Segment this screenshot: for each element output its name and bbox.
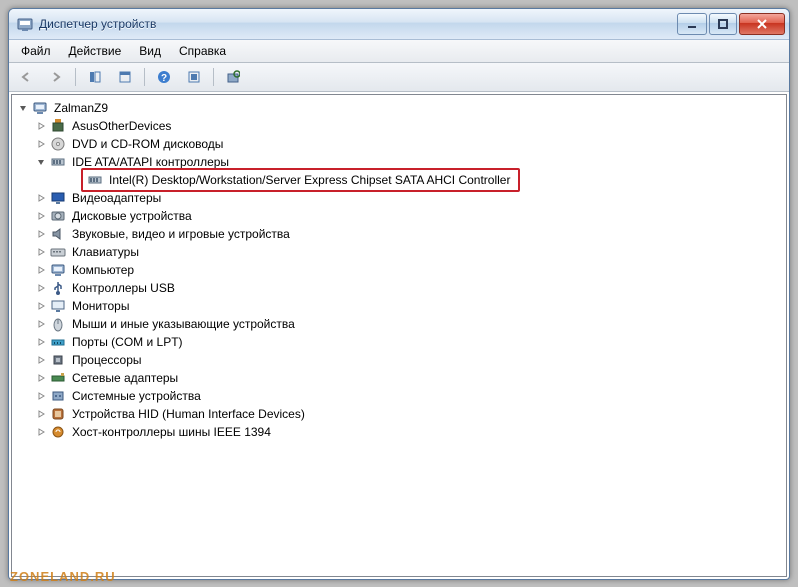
monitor-icon xyxy=(50,298,66,314)
menu-file[interactable]: Файл xyxy=(13,42,59,60)
disc-icon xyxy=(50,136,66,152)
tree-item-label: AsusOtherDevices xyxy=(70,117,173,135)
tree-item-label: Процессоры xyxy=(70,351,144,369)
usb-icon xyxy=(50,280,66,296)
help-button[interactable]: ? xyxy=(151,65,177,89)
ide-icon xyxy=(87,172,103,188)
tree-item-label: Системные устройства xyxy=(70,387,203,405)
tree-item-0[interactable]: AsusOtherDevices xyxy=(14,117,784,135)
tree-item-label: Компьютер xyxy=(70,261,136,279)
cpu-icon xyxy=(50,352,66,368)
tree-item-2-child[interactable]: Intel(R) Desktop/Workstation/Server Expr… xyxy=(14,171,784,189)
expand-arrow-icon[interactable] xyxy=(34,119,48,133)
tree-item-13[interactable]: Сетевые адаптеры xyxy=(14,369,784,387)
tree-item-label: DVD и CD-ROM дисководы xyxy=(70,135,225,153)
device-manager-window: Диспетчер устройств Файл Действие Вид Сп… xyxy=(8,8,790,580)
tree-item-1[interactable]: DVD и CD-ROM дисководы xyxy=(14,135,784,153)
expand-arrow-icon[interactable] xyxy=(34,281,48,295)
tree-item-11[interactable]: Порты (COM и LPT) xyxy=(14,333,784,351)
refresh-button[interactable] xyxy=(220,65,246,89)
tree-item-12[interactable]: Процессоры xyxy=(14,351,784,369)
menu-view[interactable]: Вид xyxy=(131,42,169,60)
sound-icon xyxy=(50,226,66,242)
keyboard-icon xyxy=(50,244,66,260)
tree-item-4[interactable]: Дисковые устройства xyxy=(14,207,784,225)
window-title: Диспетчер устройств xyxy=(39,17,677,31)
expand-arrow-icon[interactable] xyxy=(34,191,48,205)
hid-icon xyxy=(50,406,66,422)
minimize-button[interactable] xyxy=(677,13,707,35)
tree-item-8[interactable]: Контроллеры USB xyxy=(14,279,784,297)
tree-item-root[interactable]: ZalmanZ9 xyxy=(14,99,784,117)
expand-arrow-icon[interactable] xyxy=(34,335,48,349)
titlebar[interactable]: Диспетчер устройств xyxy=(9,9,789,40)
tree-item-9[interactable]: Мониторы xyxy=(14,297,784,315)
expand-arrow-icon[interactable] xyxy=(34,407,48,421)
menubar: Файл Действие Вид Справка xyxy=(9,40,789,63)
tree-item-label: Контроллеры USB xyxy=(70,279,177,297)
expand-arrow-icon[interactable] xyxy=(34,263,48,277)
expand-arrow-icon[interactable] xyxy=(34,299,48,313)
tree-item-label: Сетевые адаптеры xyxy=(70,369,180,387)
svg-text:?: ? xyxy=(161,73,167,84)
tree-item-6[interactable]: Клавиатуры xyxy=(14,243,784,261)
properties-button[interactable] xyxy=(112,65,138,89)
expand-arrow-icon[interactable] xyxy=(34,353,48,367)
menu-action[interactable]: Действие xyxy=(61,42,130,60)
display-icon xyxy=(50,190,66,206)
maximize-button[interactable] xyxy=(709,13,737,35)
tree-item-14[interactable]: Системные устройства xyxy=(14,387,784,405)
tree-item-label: Intel(R) Desktop/Workstation/Server Expr… xyxy=(107,171,512,189)
firewire-icon xyxy=(50,424,66,440)
app-icon xyxy=(17,16,33,32)
expand-arrow-icon[interactable] xyxy=(16,101,30,115)
port-icon xyxy=(50,334,66,350)
tree-item-10[interactable]: Мыши и иные указывающие устройства xyxy=(14,315,784,333)
ide-icon xyxy=(50,154,66,170)
expand-arrow-icon[interactable] xyxy=(34,425,48,439)
tree-item-label: Мыши и иные указывающие устройства xyxy=(70,315,297,333)
hdd-icon xyxy=(50,208,66,224)
show-hide-tree-button[interactable] xyxy=(82,65,108,89)
tree-item-15[interactable]: Устройства HID (Human Interface Devices) xyxy=(14,405,784,423)
tree-item-label: Порты (COM и LPT) xyxy=(70,333,185,351)
toolbar: ? xyxy=(9,63,789,92)
scan-button[interactable] xyxy=(181,65,207,89)
tree-item-label: Дисковые устройства xyxy=(70,207,194,225)
computer-icon xyxy=(50,262,66,278)
computer-icon xyxy=(32,100,48,116)
menu-help[interactable]: Справка xyxy=(171,42,234,60)
forward-button[interactable] xyxy=(43,65,69,89)
back-button[interactable] xyxy=(13,65,39,89)
expand-arrow-icon[interactable] xyxy=(34,371,48,385)
expand-arrow-icon[interactable] xyxy=(34,155,48,169)
expand-arrow-icon[interactable] xyxy=(34,137,48,151)
expand-arrow-icon[interactable] xyxy=(34,245,48,259)
tree-item-5[interactable]: Звуковые, видео и игровые устройства xyxy=(14,225,784,243)
mouse-icon xyxy=(50,316,66,332)
tree-item-label: Звуковые, видео и игровые устройства xyxy=(70,225,292,243)
close-button[interactable] xyxy=(739,13,785,35)
system-icon xyxy=(50,388,66,404)
expand-arrow-icon[interactable] xyxy=(34,389,48,403)
tree-item-label: Устройства HID (Human Interface Devices) xyxy=(70,405,307,423)
tree-item-label: Хост-контроллеры шины IEEE 1394 xyxy=(70,423,273,441)
expand-arrow-icon[interactable] xyxy=(34,227,48,241)
expand-arrow-icon[interactable] xyxy=(34,209,48,223)
network-icon xyxy=(50,370,66,386)
tree-item-label: ZalmanZ9 xyxy=(52,99,110,117)
generic-icon xyxy=(50,118,66,134)
expand-arrow-icon[interactable] xyxy=(34,317,48,331)
tree-item-label: Видеоадаптеры xyxy=(70,189,163,207)
tree-item-label: Мониторы xyxy=(70,297,131,315)
tree-item-label: Клавиатуры xyxy=(70,243,141,261)
tree-item-16[interactable]: Хост-контроллеры шины IEEE 1394 xyxy=(14,423,784,441)
tree-item-7[interactable]: Компьютер xyxy=(14,261,784,279)
device-tree[interactable]: ZalmanZ9AsusOtherDevicesDVD и CD-ROM дис… xyxy=(11,94,787,577)
